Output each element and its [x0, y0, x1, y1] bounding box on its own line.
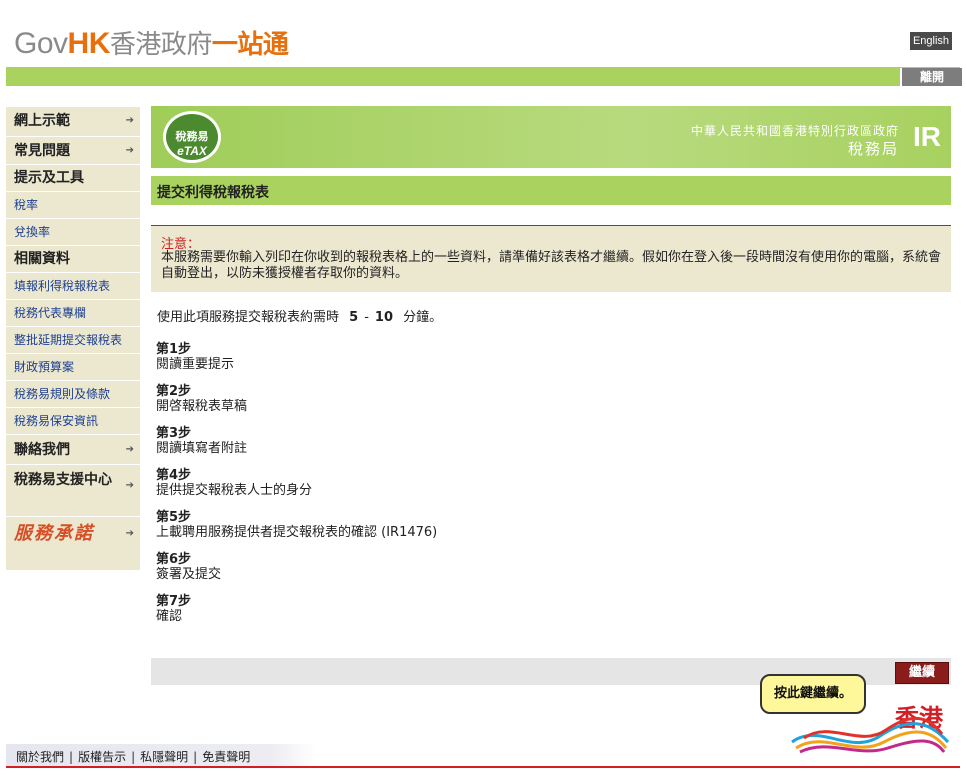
step-item: 第3步 閱讀填寫者附註	[156, 426, 248, 456]
sidebar-item-fill-return[interactable]: 填報利得稅報稅表	[6, 272, 140, 299]
top-green-bar	[6, 67, 960, 86]
footer: 關於我們 | 版權告示 | 私隱聲明 | 免責聲明	[6, 744, 316, 766]
sidebar-item-etax-security[interactable]: 稅務易保安資訊	[6, 407, 140, 434]
sidebar-item-bulk-extension[interactable]: 整批延期提交報稅表	[6, 326, 140, 353]
sidebar-item-tax-rate[interactable]: 稅率	[6, 191, 140, 218]
dept-name: 稅務局	[847, 140, 899, 158]
arrow-right-icon: ➔	[125, 528, 134, 539]
sidebar: 網上示範 ➔ 常見問題 ➔ 提示及工具 稅率 兌換率 相關資料 填報利得稅報稅表 稅…	[6, 106, 140, 570]
etax-banner: 稅務易 eTAX 中華人民共和國香港特別行政區政府 稅務局 IR	[151, 106, 951, 168]
sidebar-item-exchange-rate[interactable]: 兌換率	[6, 218, 140, 245]
etax-logo: 稅務易 eTAX	[163, 111, 221, 163]
step-item: 第1步 閱讀重要提示	[156, 342, 235, 372]
sidebar-item-demo[interactable]: 網上示範 ➔	[6, 106, 140, 136]
sidebar-item-etax-rules[interactable]: 稅務易規則及條款	[6, 380, 140, 407]
page-title-bar: 提交利得稅報稅表	[151, 176, 951, 205]
brand-hk-dragon-icon	[791, 716, 950, 754]
sidebar-item-support-center[interactable]: 稅務易支援中心 ➔	[6, 464, 140, 516]
footer-link-privacy[interactable]: 私隱聲明	[140, 750, 188, 764]
govhk-logo[interactable]: GovHK香港政府一站通	[14, 24, 289, 61]
notice-box: 注意： 本服務需要你輸入列印在你收到的報稅表格上的一些資料，請準備好該表格才繼續…	[151, 225, 951, 292]
sidebar-item-budget[interactable]: 財政預算案	[6, 353, 140, 380]
step-item: 第2步 開啓報稅表草稿	[156, 384, 248, 414]
footer-link-copyright[interactable]: 版權告示	[78, 750, 126, 764]
continue-button[interactable]: 繼續	[895, 662, 949, 684]
exit-button[interactable]: 離開	[900, 68, 962, 86]
sidebar-heading-tips: 提示及工具	[6, 164, 140, 191]
arrow-right-icon: ➔	[125, 480, 134, 491]
english-language-button[interactable]: English	[910, 32, 952, 50]
ird-logo: IR	[913, 121, 941, 152]
arrow-right-icon: ➔	[125, 444, 134, 455]
step-item: 第7步 確認	[156, 594, 192, 624]
footer-link-disclaimer[interactable]: 免責聲明	[202, 750, 250, 764]
footer-link-about[interactable]: 關於我們	[16, 750, 64, 764]
arrow-right-icon: ➔	[125, 115, 134, 126]
arrow-right-icon: ➔	[125, 145, 134, 156]
gov-name: 中華人民共和國香港特別行政區政府	[690, 124, 899, 138]
step-item: 第6步 簽署及提交	[156, 552, 222, 582]
notice-body: 本服務需要你輸入列印在你收到的報稅表格上的一些資料，請準備好該表格才繼續。假如你…	[161, 250, 942, 281]
sidebar-heading-related: 相關資料	[6, 245, 140, 272]
continue-tooltip: 按此鍵繼續。	[760, 674, 866, 714]
sidebar-item-contact[interactable]: 聯絡我們 ➔	[6, 434, 140, 464]
footer-divider	[6, 766, 960, 768]
sidebar-item-pledge[interactable]: 服務承諾 ➔	[6, 516, 140, 552]
sidebar-item-faq[interactable]: 常見問題 ➔	[6, 136, 140, 164]
time-estimate: 使用此項服務提交報稅表約需時 5-10 分鐘。	[157, 310, 443, 325]
sidebar-item-tax-rep[interactable]: 稅務代表專欄	[6, 299, 140, 326]
footer-links: 關於我們 | 版權告示 | 私隱聲明 | 免責聲明	[16, 750, 251, 764]
step-item: 第5步 上載聘用服務提供者提交報稅表的確認 (IR1476)	[156, 510, 438, 540]
page-title: 提交利得稅報稅表	[157, 185, 269, 201]
step-item: 第4步 提供提交報稅表人士的身分	[156, 468, 313, 498]
